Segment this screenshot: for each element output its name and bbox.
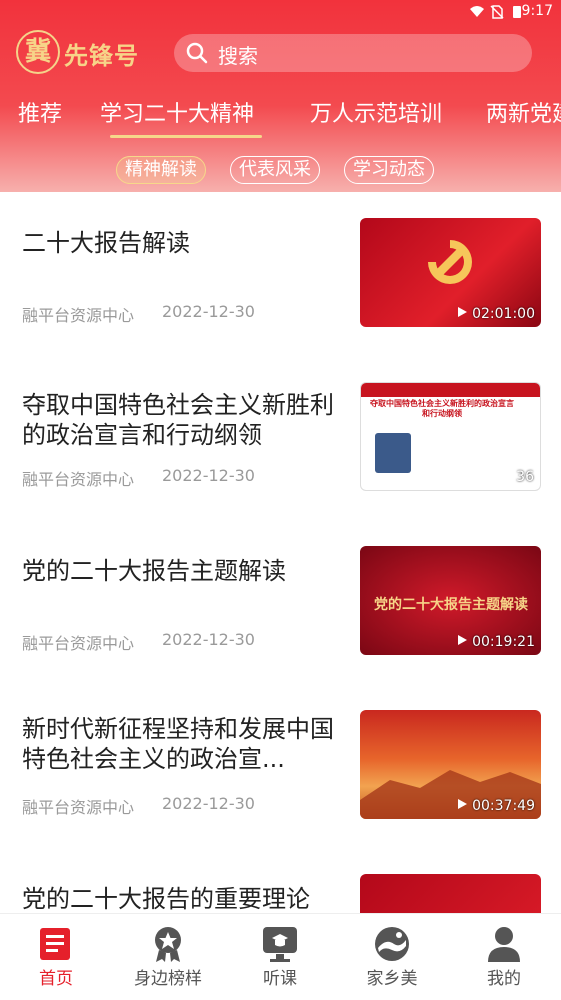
nav-role-models-label: 身边榜样 — [134, 969, 202, 989]
play-icon — [458, 307, 468, 317]
nav-profile[interactable]: 我的 — [448, 914, 560, 1000]
user-icon — [488, 927, 520, 962]
item-source: 融平台资源中心 — [22, 470, 135, 489]
nav-home[interactable]: 首页 — [0, 914, 112, 1000]
list-item[interactable]: 夺取中国特色社会主义新胜利的政治宣言和行动纲领 融平台资源中心 2022-12-… — [0, 356, 561, 520]
lecturer-image — [375, 433, 411, 473]
video-duration: 02:01:00 — [458, 306, 535, 322]
thumb-title: 党的二十大报告主题解读 — [374, 597, 528, 613]
item-title: 党的二十大报告的重要理论 — [22, 885, 310, 913]
tab-recommend[interactable]: 推荐 — [18, 96, 62, 128]
item-date: 2022-12-30 — [162, 794, 255, 813]
status-time: 9:17 — [521, 3, 553, 19]
search-input[interactable]: 搜索 — [218, 40, 258, 69]
thumb-banner — [361, 383, 540, 397]
badge-star-icon — [155, 927, 181, 962]
item-title: 党的二十大报告主题解读 — [22, 557, 286, 585]
play-icon — [458, 635, 468, 645]
nav-home-label: 首页 — [39, 969, 73, 989]
play-icon — [502, 470, 512, 480]
app-header: 9:17 冀 先锋号 搜索 推荐 学习二十大精神 万人示范培训 两新党建 精神解… — [0, 0, 561, 192]
item-title: 二十大报告解读 — [22, 229, 190, 257]
video-duration: 00:19:21 — [458, 634, 535, 650]
search-bar[interactable]: 搜索 — [174, 34, 532, 72]
item-date: 2022-12-30 — [162, 302, 255, 321]
logo-seal: 冀 — [16, 30, 60, 74]
tab-party-building[interactable]: 两新党建 — [486, 96, 561, 128]
subtab-news[interactable]: 学习动态 — [344, 156, 434, 184]
item-source: 融平台资源中心 — [22, 306, 135, 325]
wifi-icon — [470, 6, 484, 17]
list-item[interactable]: 新时代新征程坚持和发展中国特色社会主义的政治宣... 融平台资源中心 2022-… — [0, 684, 561, 848]
party-emblem-icon — [428, 240, 472, 284]
tab-training[interactable]: 万人示范培训 — [310, 96, 442, 128]
play-icon — [458, 799, 468, 809]
lecture-icon — [263, 927, 297, 962]
video-thumbnail[interactable]: 02:01:00 — [360, 218, 541, 327]
category-tabs: 推荐 学习二十大精神 万人示范培训 两新党建 — [0, 96, 561, 136]
list-item[interactable]: 二十大报告解读 融平台资源中心 2022-12-30 02:01:00 — [0, 192, 561, 356]
item-source: 融平台资源中心 — [22, 798, 135, 817]
subtab-interpretation[interactable]: 精神解读 — [116, 156, 206, 184]
video-duration: 36 — [502, 469, 534, 485]
nav-lectures[interactable]: 听课 — [224, 914, 336, 1000]
sub-tabs: 精神解读 代表风采 学习动态 — [0, 156, 561, 186]
landscape-icon — [375, 927, 409, 961]
nav-hometown-label: 家乡美 — [366, 969, 418, 989]
list-item[interactable]: 党的二十大报告主题解读 融平台资源中心 2022-12-30 党的二十大报告主题… — [0, 520, 561, 684]
video-thumbnail[interactable]: 党的二十大报告主题解读 00:19:21 — [360, 546, 541, 655]
video-thumbnail[interactable] — [360, 874, 541, 913]
bottom-navigation: 首页 身边榜样 听课 家乡美 我的 — [0, 913, 561, 1000]
subtab-representatives[interactable]: 代表风采 — [230, 156, 320, 184]
active-tab-indicator — [110, 135, 262, 138]
item-source: 融平台资源中心 — [22, 634, 135, 653]
video-thumbnail[interactable]: 夺取中国特色社会主义新胜利的政治宣言和行动纲领 36 — [360, 382, 541, 491]
video-duration: 00:37:49 — [458, 798, 535, 814]
tab-study-20th[interactable]: 学习二十大精神 — [100, 96, 254, 128]
video-thumbnail[interactable]: 00:37:49 — [360, 710, 541, 819]
app-logo: 冀 先锋号 — [16, 30, 146, 76]
item-title: 夺取中国特色社会主义新胜利的政治宣言和行动纲领 — [22, 391, 334, 449]
item-date: 2022-12-30 — [162, 630, 255, 649]
status-bar: 9:17 — [0, 0, 561, 24]
nav-lectures-label: 听课 — [263, 969, 297, 989]
item-title: 新时代新征程坚持和发展中国特色社会主义的政治宣... — [22, 715, 334, 773]
home-news-icon — [40, 928, 70, 960]
nav-hometown[interactable]: 家乡美 — [336, 914, 448, 1000]
nav-profile-label: 我的 — [487, 969, 521, 989]
no-sim-icon — [490, 5, 504, 19]
list-item[interactable]: 党的二十大报告的重要理论 — [0, 848, 561, 913]
nav-role-models[interactable]: 身边榜样 — [112, 914, 224, 1000]
item-date: 2022-12-30 — [162, 466, 255, 485]
search-icon — [186, 42, 208, 64]
logo-text: 先锋号 — [64, 41, 139, 70]
thumb-title: 夺取中国特色社会主义新胜利的政治宣言和行动纲领 — [370, 399, 514, 418]
